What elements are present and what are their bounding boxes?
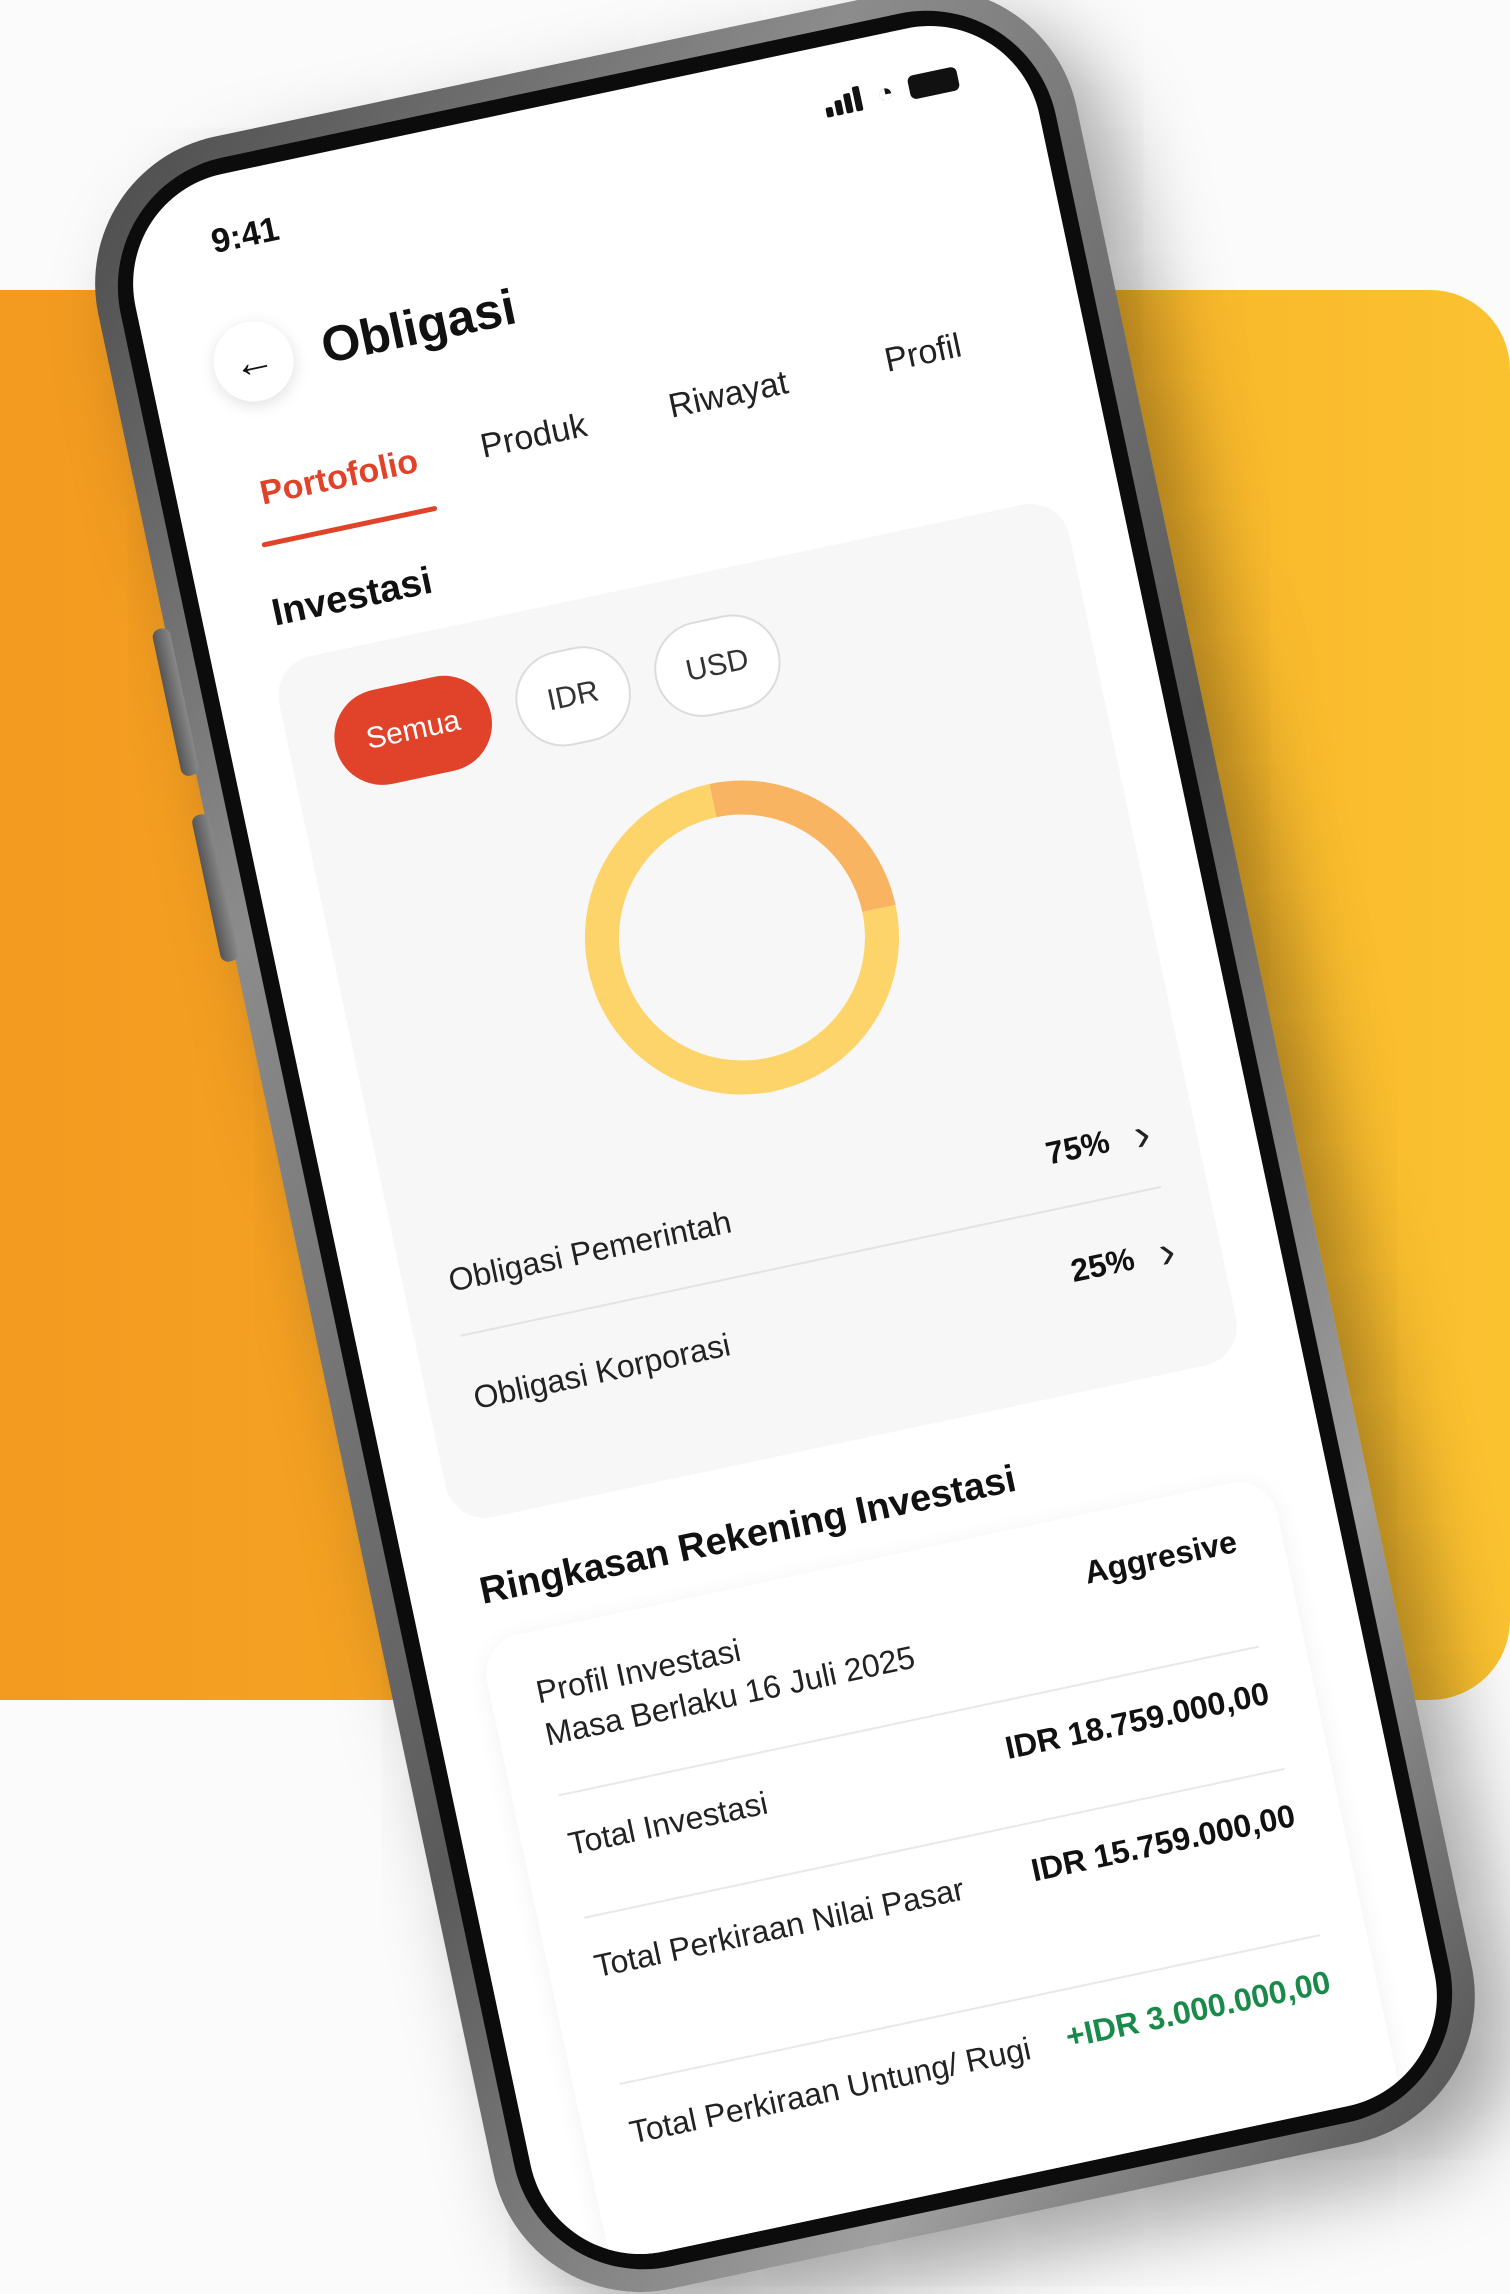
tab-portofolio[interactable]: Portofolio — [235, 424, 446, 544]
stage: 9:41 ◔ ← Obligasi Portofolio Produk Riwa… — [0, 0, 1510, 2294]
chevron-right-icon: › — [1128, 1106, 1155, 1161]
investasi-card: Semua IDR USD Obligasi Pemerintah 75% › — [270, 496, 1245, 1526]
filter-semua[interactable]: Semua — [325, 666, 502, 794]
donut-segment — [584, 780, 899, 1095]
currency-filter: Semua IDR USD — [325, 605, 790, 794]
wifi-icon: ◔ — [873, 75, 897, 110]
nilai-pasar-value: IDR 15.759.000,00 — [1027, 1797, 1299, 1889]
alloc-percent: 75% — [1042, 1122, 1113, 1172]
untung-rugi-label: Total Perkiraan Untung/ Rugi — [626, 2030, 1034, 2151]
nilai-pasar-label: Total Perkiraan Nilai Pasar — [590, 1870, 968, 1985]
donut-segment — [584, 780, 899, 1095]
page-title: Obligasi — [316, 278, 521, 375]
signal-icon — [822, 85, 864, 118]
status-icons: ◔ — [822, 65, 961, 118]
chevron-right-icon: › — [1153, 1224, 1180, 1279]
allocation-donut — [584, 780, 899, 1095]
arrow-left-icon: ← — [227, 333, 279, 389]
untung-rugi-value: +IDR 3.000.000,00 — [1062, 1963, 1334, 2055]
total-investasi-label: Total Investasi — [564, 1784, 771, 1862]
page-header: ← Obligasi — [206, 267, 523, 409]
alloc-percent: 25% — [1067, 1239, 1138, 1289]
filter-usd[interactable]: USD — [645, 605, 790, 726]
alloc-label: Obligasi Korporasi — [470, 1325, 734, 1416]
total-investasi-value: IDR 18.759.000,00 — [1001, 1674, 1273, 1767]
status-time: 9:41 — [207, 209, 283, 262]
tab-profil[interactable]: Profil — [819, 300, 1030, 420]
tab-riwayat[interactable]: Riwayat — [624, 342, 835, 462]
investasi-title: Investasi — [268, 559, 436, 635]
back-button[interactable]: ← — [206, 314, 301, 409]
tab-produk[interactable]: Produk — [429, 383, 640, 503]
battery-icon — [906, 66, 961, 100]
profil-investasi-value: Aggresive — [1081, 1523, 1240, 1591]
filter-idr[interactable]: IDR — [506, 637, 640, 756]
